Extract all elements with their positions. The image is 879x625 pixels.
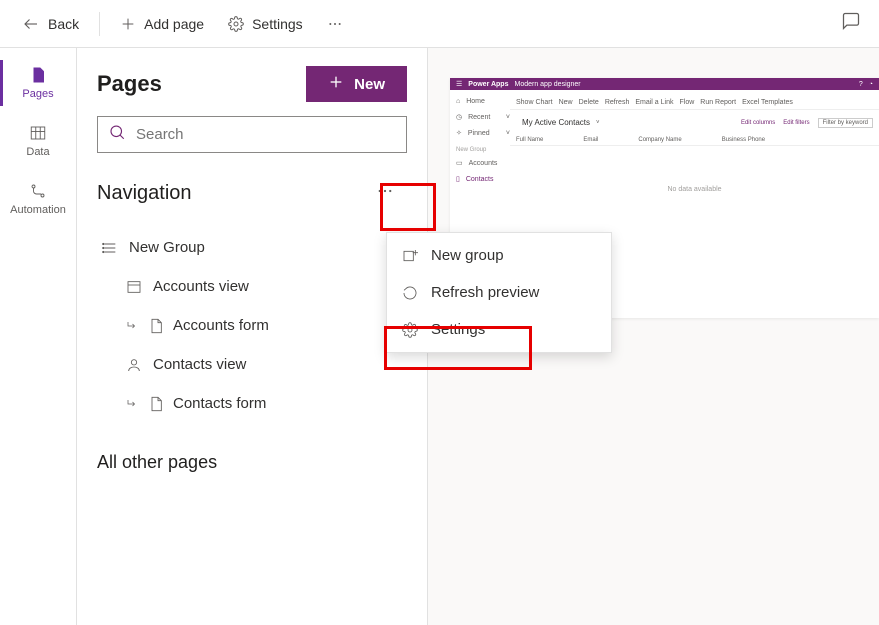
preview-brand: Power Apps <box>468 81 508 88</box>
pages-icon <box>29 66 47 84</box>
data-icon <box>29 124 47 142</box>
ellipsis-icon <box>327 16 343 32</box>
preview-app-name: Modern app designer <box>514 81 580 88</box>
rail-pages-label: Pages <box>22 88 53 100</box>
ctx-settings[interactable]: Settings <box>387 311 611 348</box>
document-icon <box>147 396 165 412</box>
nav-item-label: Accounts view <box>153 278 249 295</box>
table-icon <box>125 279 143 295</box>
rail-automation[interactable]: Automation <box>0 170 76 228</box>
subitem-arrow-icon <box>125 398 139 410</box>
gear-icon <box>401 322 419 338</box>
rail-automation-label: Automation <box>10 204 66 216</box>
navigation-heading: Navigation <box>97 182 192 205</box>
nav-group[interactable]: New Group <box>97 231 407 264</box>
toolbar-separator <box>99 12 100 36</box>
nav-item-accounts-form[interactable]: Accounts form <box>97 309 407 342</box>
automation-icon <box>29 182 47 200</box>
document-icon <box>147 318 165 334</box>
ctx-settings-label: Settings <box>431 321 485 338</box>
ctx-refresh-label: Refresh preview <box>431 284 539 301</box>
search-icon <box>108 123 126 146</box>
ctx-refresh-preview[interactable]: Refresh preview <box>387 274 611 311</box>
nav-item-label: Accounts form <box>173 317 269 334</box>
back-button[interactable]: Back <box>12 9 89 39</box>
nav-item-contacts-form[interactable]: Contacts form <box>97 387 407 420</box>
ctx-new-group[interactable]: New group <box>387 237 611 274</box>
new-button[interactable]: New <box>306 66 407 102</box>
search-input[interactable] <box>136 126 396 143</box>
ellipsis-icon <box>376 182 394 205</box>
search-box[interactable] <box>97 116 407 153</box>
subitem-arrow-icon <box>125 320 139 332</box>
nav-item-label: Contacts view <box>153 356 246 373</box>
nav-item-contacts-view[interactable]: Contacts view <box>97 348 407 381</box>
arrow-left-icon <box>22 15 40 33</box>
panel-title: Pages <box>97 71 162 97</box>
avatar-icon: ◔ <box>869 81 873 88</box>
group-icon <box>101 240 119 256</box>
settings-label-top: Settings <box>252 16 303 32</box>
chat-icon <box>841 18 861 35</box>
ctx-new-group-label: New group <box>431 247 504 264</box>
hamburger-icon: ☰ <box>456 80 462 88</box>
settings-button-top[interactable]: Settings <box>218 10 313 38</box>
help-icon: ? <box>859 81 863 88</box>
rail-pages[interactable]: Pages <box>0 54 76 112</box>
person-icon <box>125 357 143 373</box>
nav-item-label: Contacts form <box>173 395 266 412</box>
add-page-label: Add page <box>144 16 204 32</box>
plus-icon <box>120 16 136 32</box>
navigation-context-menu: New group Refresh preview Settings <box>386 232 612 353</box>
all-other-pages-heading: All other pages <box>97 452 407 473</box>
comments-button[interactable] <box>835 5 867 42</box>
nav-group-label: New Group <box>129 239 205 256</box>
new-button-label: New <box>354 76 385 93</box>
rail-data-label: Data <box>26 146 49 158</box>
plus-icon <box>328 74 344 94</box>
gear-icon <box>228 16 244 32</box>
add-page-button[interactable]: Add page <box>110 10 214 38</box>
navigation-more-button[interactable] <box>363 173 407 213</box>
preview-header: ☰ Power Apps Modern app designer ? ◔ <box>450 78 879 90</box>
rail-data[interactable]: Data <box>0 112 76 170</box>
nav-item-accounts-view[interactable]: Accounts view <box>97 270 407 303</box>
back-label: Back <box>48 16 79 32</box>
toolbar-more-button[interactable] <box>317 10 353 38</box>
new-group-icon <box>401 248 419 264</box>
refresh-icon <box>401 285 419 301</box>
